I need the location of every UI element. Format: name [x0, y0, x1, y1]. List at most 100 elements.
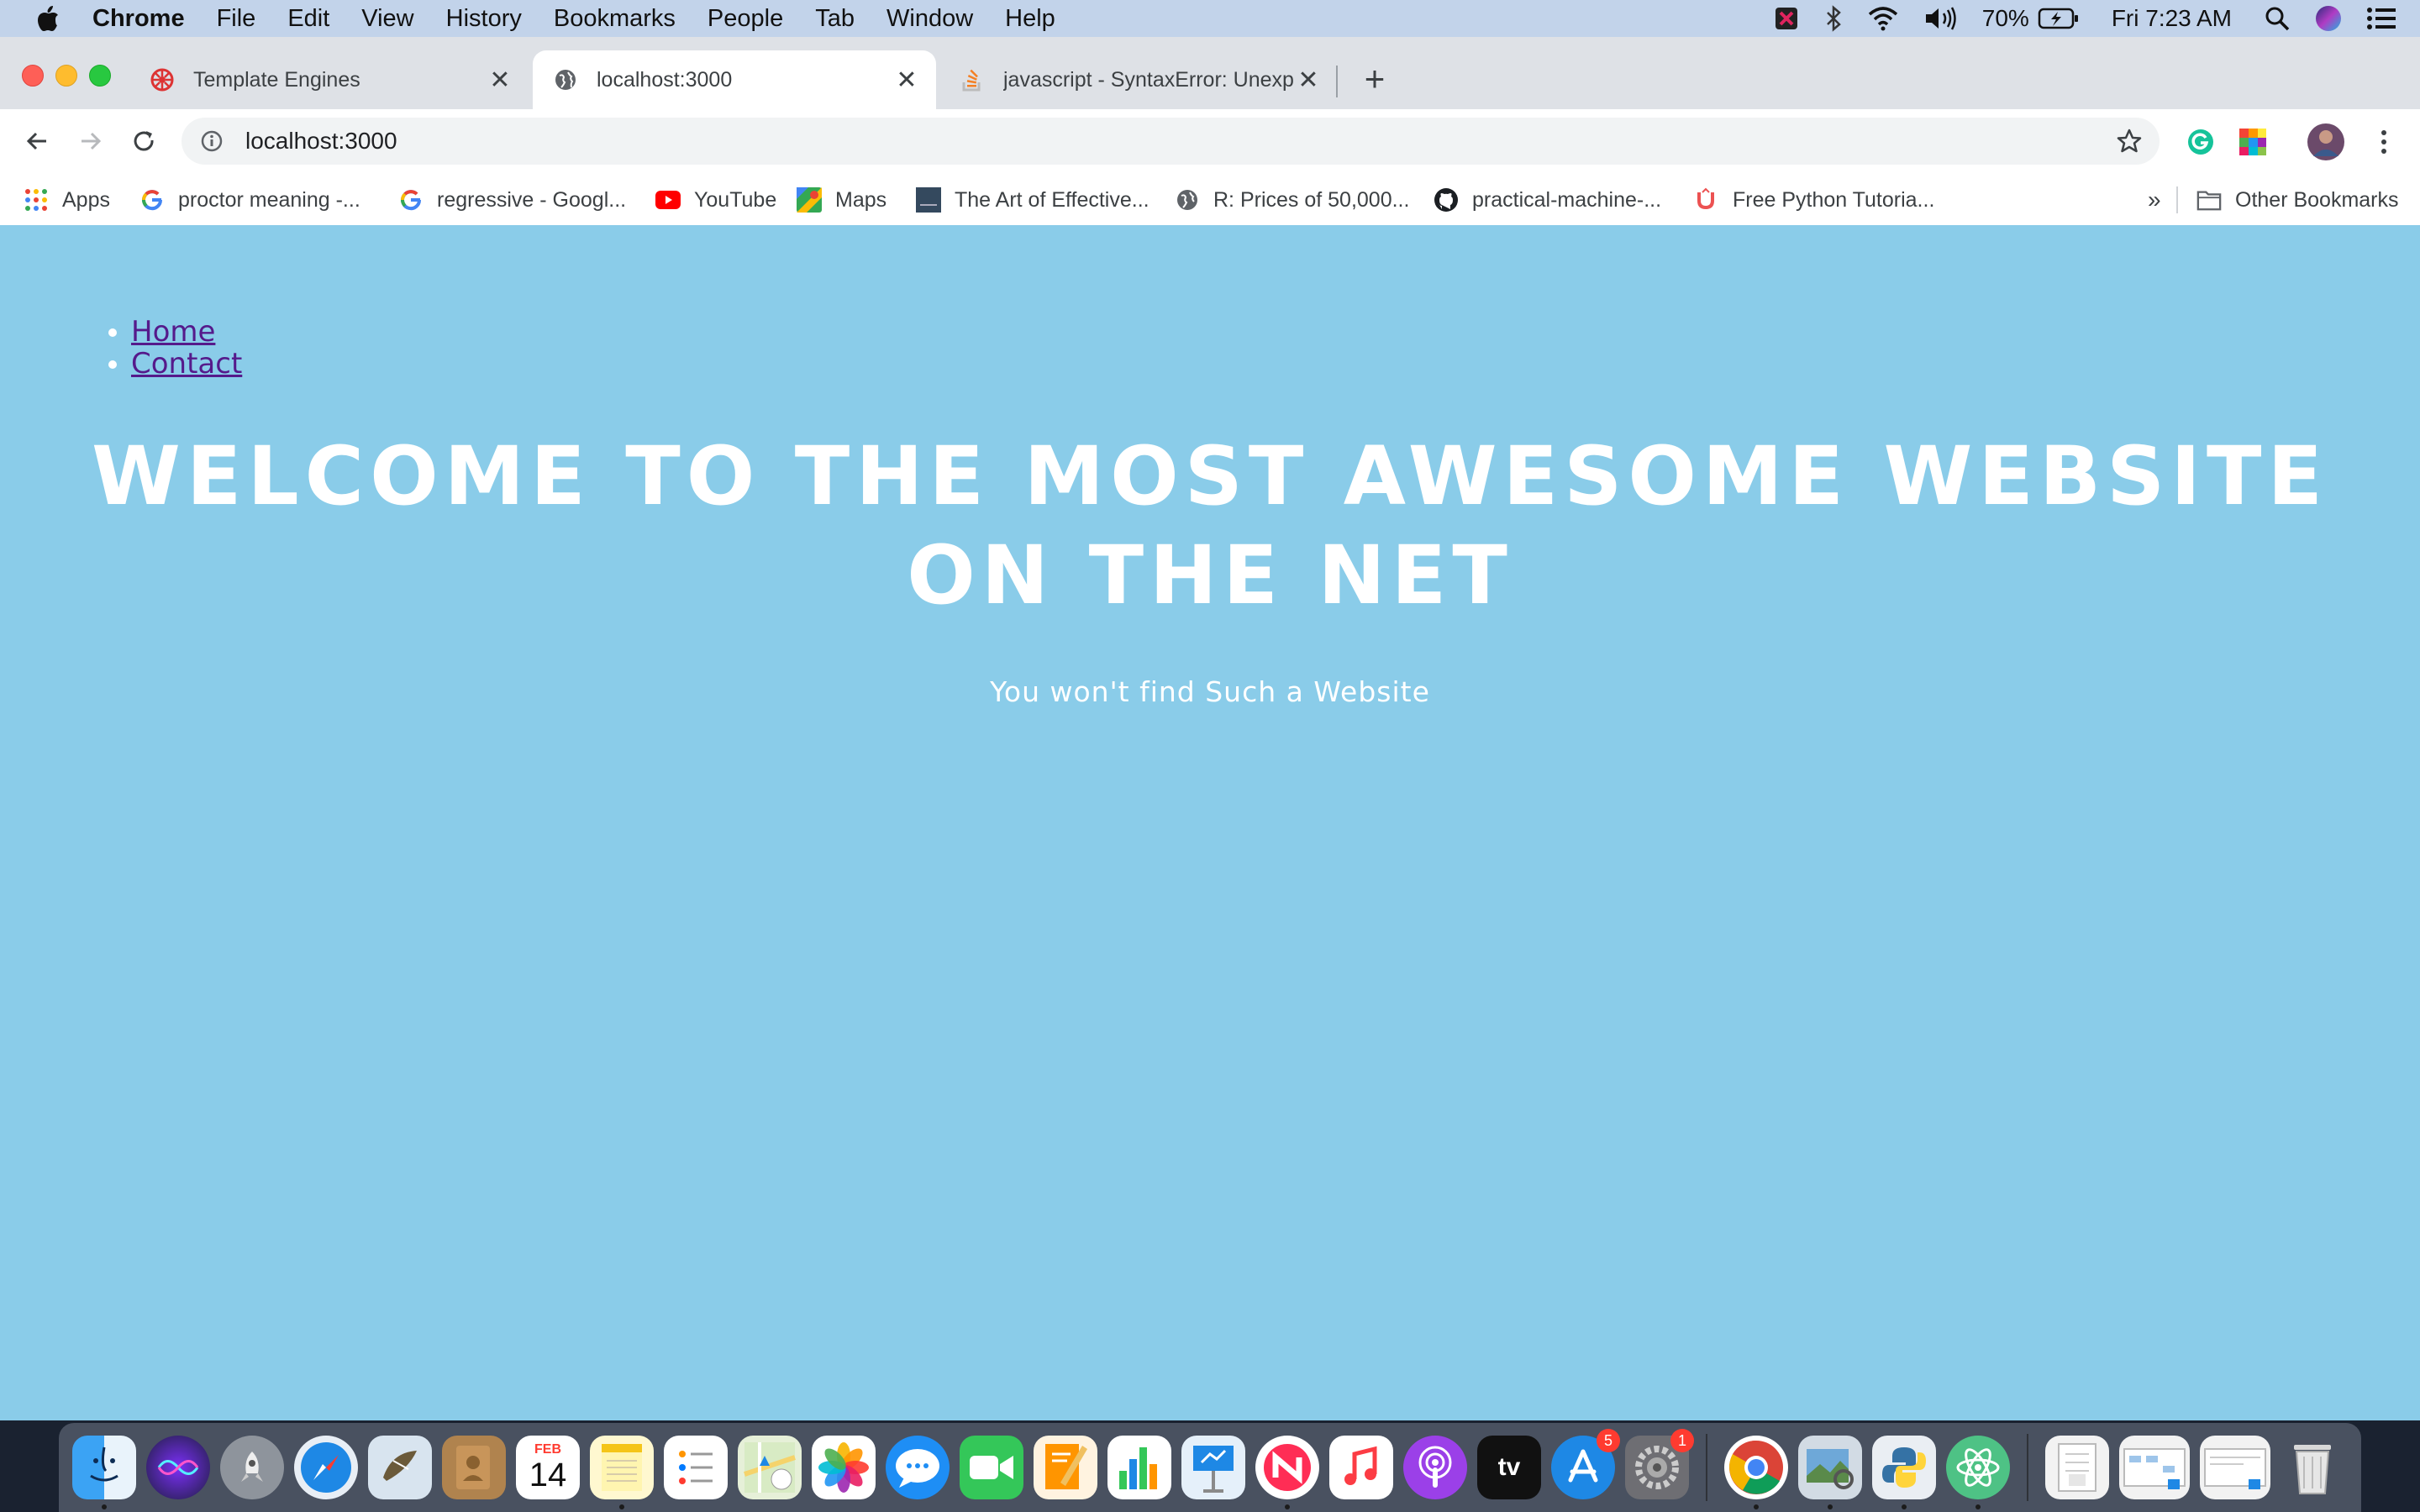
- system-preferences-icon[interactable]: 1: [1625, 1429, 1694, 1499]
- tab-title: javascript - SyntaxError: Unexpe: [1003, 67, 1294, 92]
- window-minimize-button[interactable]: [55, 65, 77, 87]
- screenshot-stack-icon[interactable]: [2119, 1436, 2190, 1499]
- chrome-menu-icon[interactable]: [2368, 126, 2400, 158]
- bookmark-star-icon[interactable]: [2114, 126, 2144, 156]
- python-launcher-icon[interactable]: [1872, 1436, 1936, 1509]
- menu-help[interactable]: Help: [1005, 5, 1055, 33]
- keynote-icon[interactable]: [1181, 1436, 1245, 1499]
- news-icon[interactable]: [1255, 1436, 1319, 1509]
- nav-link-contact[interactable]: Contact: [131, 347, 242, 381]
- siri-icon[interactable]: [2314, 4, 2343, 33]
- back-button[interactable]: [17, 121, 57, 161]
- nav-link-home[interactable]: Home: [131, 315, 215, 349]
- bookmark-other-bookmarks[interactable]: Other Bookmarks: [2196, 185, 2399, 215]
- calendar-icon[interactable]: FEB 14: [516, 1436, 580, 1499]
- profile-avatar[interactable]: [2306, 122, 2346, 162]
- battery-percent[interactable]: 70%: [1982, 5, 2029, 32]
- contacts-icon[interactable]: [442, 1436, 506, 1499]
- menu-app-chrome[interactable]: Chrome: [92, 5, 185, 33]
- trash-icon[interactable]: [2281, 1436, 2344, 1499]
- bookmark-label: regressive - Googl...: [437, 187, 627, 212]
- preview-icon[interactable]: [1798, 1436, 1862, 1509]
- apple-menu-icon[interactable]: [34, 4, 62, 33]
- notification-center-icon[interactable]: [2366, 6, 2396, 31]
- reminders-icon[interactable]: [664, 1436, 728, 1499]
- tab-close-icon[interactable]: ✕: [1294, 66, 1323, 94]
- battery-icon[interactable]: [2038, 7, 2080, 30]
- messages-icon[interactable]: [886, 1436, 950, 1499]
- browser-toolbar: localhost:3000: [0, 109, 2420, 175]
- menu-tab[interactable]: Tab: [815, 5, 855, 33]
- bookmark-practical-ml[interactable]: practical-machine-...: [1434, 185, 1661, 215]
- clock[interactable]: Fri 7:23 AM: [2112, 5, 2232, 32]
- spotlight-search-icon[interactable]: [2264, 5, 2291, 32]
- bookmark-r-prices[interactable]: R: Prices of 50,000...: [1175, 185, 1409, 215]
- bluetooth-icon[interactable]: [1824, 4, 1843, 33]
- color-extension-icon[interactable]: [2237, 126, 2269, 158]
- wifi-icon[interactable]: [1866, 6, 1900, 31]
- nav-list-item: Home: [131, 316, 242, 348]
- music-icon[interactable]: [1329, 1436, 1393, 1499]
- tab-close-icon[interactable]: ✕: [486, 66, 514, 94]
- menu-edit[interactable]: Edit: [287, 5, 329, 33]
- menu-file[interactable]: File: [217, 5, 256, 33]
- bookmarks-overflow-button[interactable]: »: [2148, 185, 2161, 215]
- menu-people[interactable]: People: [708, 5, 783, 33]
- chrome-icon[interactable]: [1724, 1436, 1788, 1509]
- window-close-button[interactable]: [22, 65, 44, 87]
- downloads-stack-icon[interactable]: [2045, 1436, 2109, 1499]
- window-maximize-button[interactable]: [89, 65, 111, 87]
- siri-icon[interactable]: [146, 1436, 210, 1499]
- address-bar[interactable]: localhost:3000: [182, 118, 2160, 165]
- apps-grid-icon: [24, 187, 49, 213]
- bookmark-label: R: Prices of 50,000...: [1213, 187, 1410, 212]
- pages-icon[interactable]: [1034, 1436, 1097, 1499]
- bookmark-apps[interactable]: Apps: [24, 185, 110, 215]
- podcasts-icon[interactable]: [1403, 1436, 1467, 1499]
- bookmark-free-python[interactable]: Free Python Tutoria...: [1694, 185, 1934, 215]
- bookmark-youtube[interactable]: YouTube: [655, 185, 776, 215]
- numbers-icon[interactable]: [1107, 1436, 1171, 1499]
- url-text[interactable]: localhost:3000: [245, 128, 397, 155]
- menu-window[interactable]: Window: [886, 5, 973, 33]
- documents-stack-icon[interactable]: [2200, 1436, 2270, 1499]
- menu-bookmarks[interactable]: Bookmarks: [554, 5, 676, 33]
- system-preferences-badge: 1: [1670, 1429, 1694, 1452]
- volume-icon[interactable]: [1923, 6, 1959, 31]
- running-indicator: [1828, 1504, 1833, 1509]
- running-indicator: [1975, 1504, 1981, 1509]
- tab-stackoverflow[interactable]: javascript - SyntaxError: Unexpe ✕: [939, 50, 1338, 109]
- new-tab-button[interactable]: +: [1356, 59, 1393, 98]
- menu-history[interactable]: History: [446, 5, 522, 33]
- tab-close-icon[interactable]: ✕: [892, 66, 921, 94]
- facetime-icon[interactable]: [960, 1436, 1023, 1499]
- photos-icon[interactable]: [812, 1436, 876, 1499]
- bookmark-art-of-effective[interactable]: The Art of Effective...: [916, 185, 1150, 215]
- launchpad-icon[interactable]: [220, 1436, 284, 1499]
- globe-icon: [1175, 187, 1200, 213]
- site-info-icon[interactable]: [200, 129, 224, 153]
- menu-view[interactable]: View: [361, 5, 413, 33]
- maps-app-icon[interactable]: [738, 1436, 802, 1499]
- bookmark-maps[interactable]: Maps: [797, 185, 886, 215]
- grammarly-icon[interactable]: [2185, 126, 2217, 158]
- github-icon: [1434, 187, 1459, 213]
- forward-button[interactable]: [71, 121, 111, 161]
- tab-localhost[interactable]: localhost:3000 ✕: [533, 50, 936, 109]
- safari-icon[interactable]: [294, 1436, 358, 1499]
- bookmark-regressive[interactable]: regressive - Googl...: [398, 185, 626, 215]
- web-page: Home Contact WELCOME TO THE MOST AWESOME…: [0, 225, 2420, 1420]
- apple-tv-icon[interactable]: tv: [1477, 1436, 1541, 1499]
- running-indicator: [1285, 1504, 1290, 1509]
- bookmark-proctor[interactable]: proctor meaning -...: [139, 185, 360, 215]
- reload-button[interactable]: [124, 121, 165, 161]
- atom-editor-icon[interactable]: [1946, 1436, 2010, 1509]
- notes-icon[interactable]: [590, 1436, 654, 1509]
- mail-icon[interactable]: [368, 1436, 432, 1499]
- status-app-icon[interactable]: [1772, 4, 1801, 33]
- folder-icon: [2196, 187, 2222, 213]
- finder-icon[interactable]: [72, 1436, 136, 1509]
- stackoverflow-icon: [960, 67, 985, 92]
- tab-template-engines[interactable]: Template Engines ✕: [129, 50, 529, 109]
- app-store-icon[interactable]: 5: [1551, 1429, 1620, 1499]
